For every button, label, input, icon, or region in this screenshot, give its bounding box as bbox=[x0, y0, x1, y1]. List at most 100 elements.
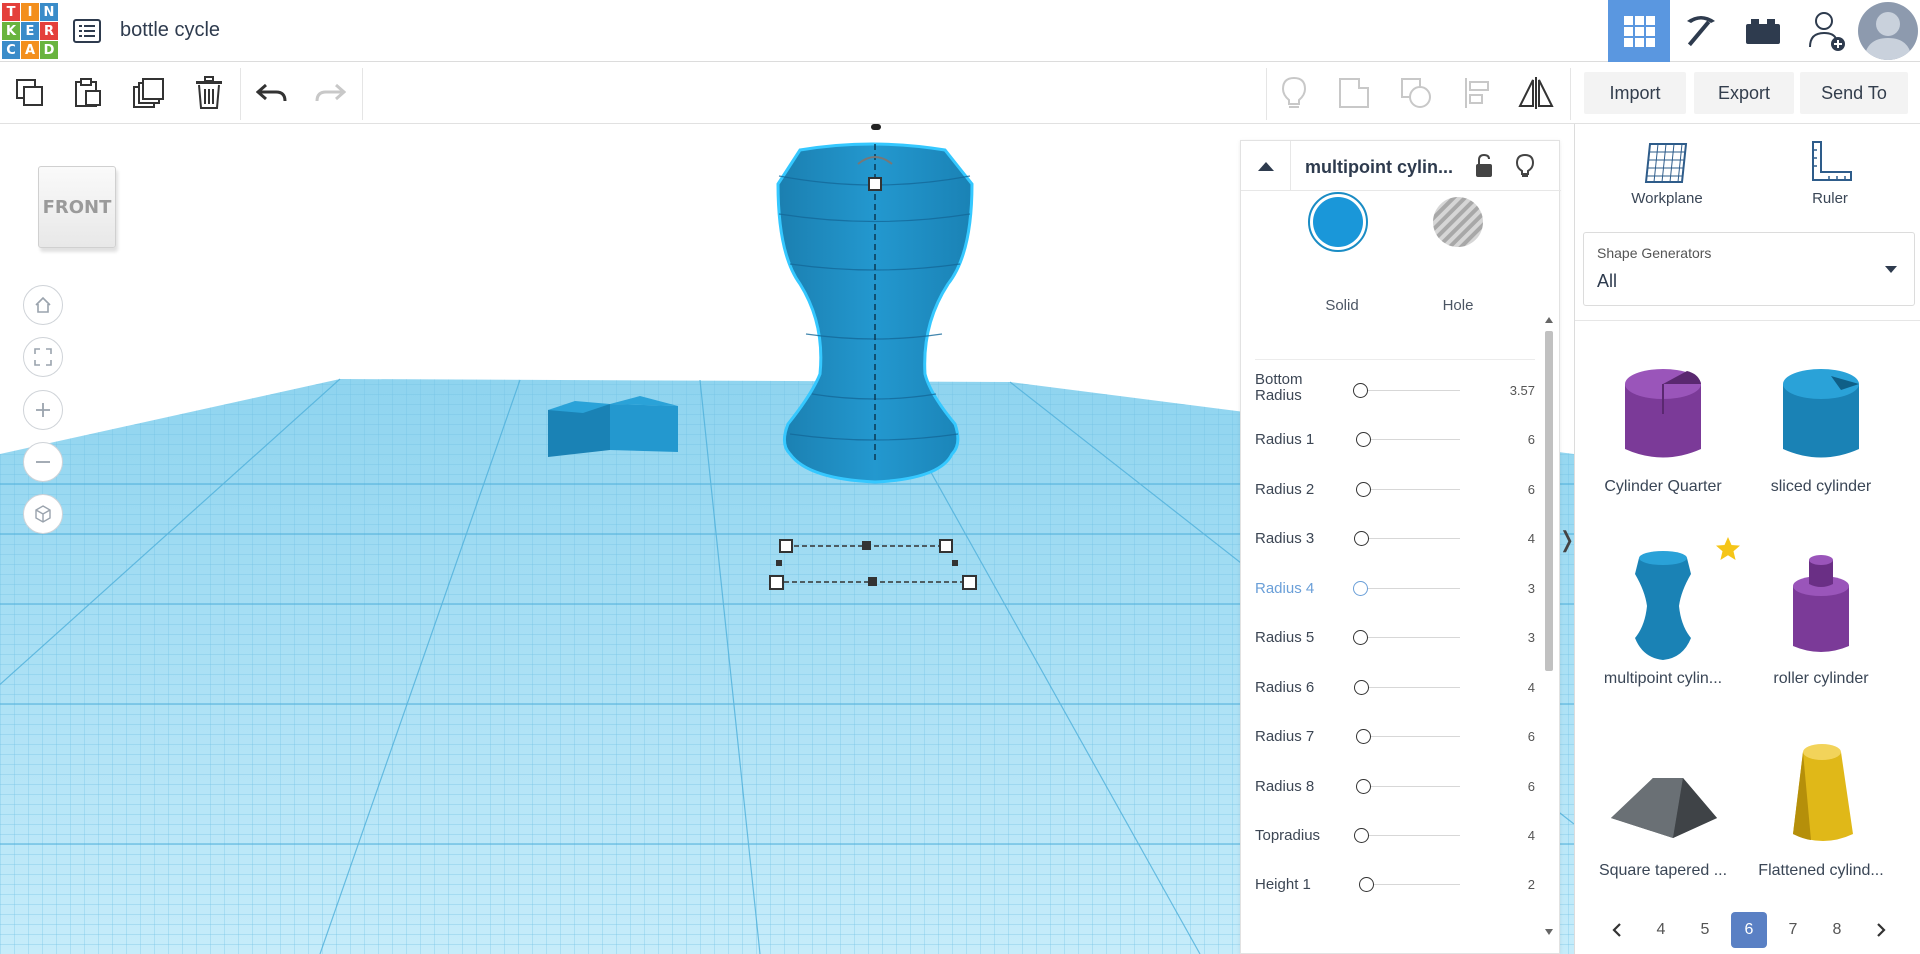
parameter-value[interactable]: 6 bbox=[1475, 482, 1535, 497]
parameter-slider-track[interactable] bbox=[1360, 687, 1460, 688]
view-cube[interactable]: FRONT bbox=[38, 166, 116, 248]
design-menu-icon[interactable] bbox=[72, 16, 102, 46]
small-blue-object[interactable] bbox=[548, 396, 678, 457]
parameter-slider-track[interactable] bbox=[1360, 786, 1460, 787]
parameter-slider-knob[interactable] bbox=[1354, 531, 1369, 546]
parameter-slider-knob[interactable] bbox=[1359, 877, 1374, 892]
dropdown-value: All bbox=[1597, 271, 1618, 291]
shapes-panel: Workplane Ruler Shape Generators All Cyl… bbox=[1574, 124, 1920, 954]
parameter-slider-track[interactable] bbox=[1360, 835, 1460, 836]
duplicate-button[interactable] bbox=[128, 73, 168, 113]
inspector-scrollbar[interactable] bbox=[1543, 311, 1555, 941]
shape-card-roller-cylinder[interactable]: roller cylinder bbox=[1741, 546, 1901, 696]
parameter-slider-track[interactable] bbox=[1360, 439, 1460, 440]
shape-category-dropdown[interactable]: Shape Generators All bbox=[1583, 232, 1915, 306]
send-to-button[interactable]: Send To bbox=[1800, 72, 1908, 114]
parameter-slider-knob[interactable] bbox=[1356, 729, 1371, 744]
inspector-header: multipoint cylin... bbox=[1241, 141, 1561, 191]
user-avatar[interactable] bbox=[1858, 2, 1918, 60]
delete-button[interactable] bbox=[189, 73, 229, 113]
parameter-slider-track[interactable] bbox=[1360, 390, 1460, 391]
solid-toggle[interactable] bbox=[1307, 191, 1368, 252]
triangle-up-icon bbox=[1257, 162, 1274, 171]
workplane-tool[interactable]: Workplane bbox=[1612, 140, 1722, 207]
copy-button[interactable] bbox=[10, 73, 50, 113]
parameter-value[interactable]: 6 bbox=[1475, 779, 1535, 794]
shape-pager: 4 5 6 7 8 bbox=[1599, 912, 1899, 948]
fit-view-button[interactable] bbox=[23, 337, 63, 377]
add-collaborator-button[interactable] bbox=[1796, 0, 1858, 62]
multipoint-cylinder-icon bbox=[1635, 551, 1691, 660]
page-5-button[interactable]: 5 bbox=[1687, 912, 1723, 948]
parameter-value[interactable]: 2 bbox=[1475, 877, 1535, 892]
trash-icon bbox=[196, 76, 222, 109]
parameter-slider-track[interactable] bbox=[1360, 588, 1460, 589]
parameter-value[interactable]: 3 bbox=[1475, 581, 1535, 596]
parameter-slider-knob[interactable] bbox=[1356, 432, 1371, 447]
star-icon[interactable] bbox=[1715, 536, 1741, 562]
ungroup-button[interactable] bbox=[1396, 73, 1436, 113]
parameter-value[interactable]: 4 bbox=[1475, 531, 1535, 546]
home-icon bbox=[35, 296, 51, 313]
parameter-slider-knob[interactable] bbox=[1354, 828, 1369, 843]
zoom-in-button[interactable] bbox=[23, 390, 63, 430]
parameter-slider-knob[interactable] bbox=[1356, 779, 1371, 794]
hole-toggle[interactable] bbox=[1431, 195, 1485, 249]
shape-card-flattened-cylinder[interactable]: Flattened cylind... bbox=[1741, 738, 1901, 888]
shape-name: Flattened cylind... bbox=[1758, 862, 1884, 879]
prev-page-button[interactable] bbox=[1599, 912, 1635, 948]
shape-name: sliced cylinder bbox=[1770, 478, 1872, 495]
parameter-slider-track[interactable] bbox=[1360, 736, 1460, 737]
parameter-slider-track[interactable] bbox=[1360, 637, 1460, 638]
projection-toggle-button[interactable] bbox=[23, 494, 63, 534]
bricks-view-button[interactable] bbox=[1732, 0, 1794, 62]
page-4-button[interactable]: 4 bbox=[1643, 912, 1679, 948]
parameter-slider-knob[interactable] bbox=[1354, 680, 1369, 695]
undo-button[interactable] bbox=[252, 73, 292, 113]
shape-card-square-tapered[interactable]: Square tapered ... bbox=[1583, 738, 1743, 888]
parameter-row: Radius 2 6 bbox=[1255, 470, 1535, 510]
parameter-slider-knob[interactable] bbox=[1356, 482, 1371, 497]
shape-card-cylinder-quarter[interactable]: Cylinder Quarter bbox=[1583, 354, 1743, 504]
zoom-out-button[interactable] bbox=[23, 442, 63, 482]
tinkercad-logo[interactable]: T I N K E R C A D bbox=[2, 3, 58, 59]
export-button[interactable]: Export bbox=[1694, 72, 1794, 114]
shape-card-sliced-cylinder[interactable]: sliced cylinder bbox=[1741, 354, 1901, 504]
page-6-button[interactable]: 6 bbox=[1731, 912, 1767, 948]
next-page-button[interactable] bbox=[1863, 912, 1899, 948]
design-title[interactable]: bottle cycle bbox=[120, 19, 220, 42]
parameter-value[interactable]: 4 bbox=[1475, 680, 1535, 695]
align-button[interactable] bbox=[1458, 73, 1498, 113]
workplane-label: Workplane bbox=[1631, 190, 1703, 207]
parameter-slider-knob[interactable] bbox=[1353, 630, 1368, 645]
parameter-slider-track[interactable] bbox=[1360, 538, 1460, 539]
redo-button[interactable] bbox=[310, 73, 350, 113]
parameter-value[interactable]: 6 bbox=[1475, 729, 1535, 744]
collapse-inspector-button[interactable] bbox=[1241, 141, 1291, 191]
page-8-button[interactable]: 8 bbox=[1819, 912, 1855, 948]
shape-card-multipoint-cylinder[interactable]: multipoint cylin... bbox=[1583, 537, 1743, 696]
group-button[interactable] bbox=[1334, 73, 1374, 113]
parameter-slider-knob[interactable] bbox=[1353, 581, 1368, 596]
parameter-slider-track[interactable] bbox=[1360, 489, 1460, 490]
parameter-value[interactable]: 3.57 bbox=[1475, 383, 1535, 398]
home-view-button[interactable] bbox=[23, 285, 63, 325]
parameter-value[interactable]: 6 bbox=[1475, 432, 1535, 447]
hole-swatch-icon bbox=[1433, 197, 1483, 247]
ruler-tool[interactable]: Ruler bbox=[1775, 140, 1885, 207]
build-view-button[interactable] bbox=[1670, 0, 1732, 62]
page-7-button[interactable]: 7 bbox=[1775, 912, 1811, 948]
parameter-value[interactable]: 3 bbox=[1475, 630, 1535, 645]
parameter-slider-track[interactable] bbox=[1360, 884, 1460, 885]
lock-button[interactable] bbox=[1473, 153, 1495, 184]
3d-design-view-button[interactable] bbox=[1608, 0, 1670, 62]
sliced-cylinder-icon bbox=[1783, 369, 1859, 458]
notes-button[interactable] bbox=[1274, 73, 1314, 113]
parameter-slider-knob[interactable] bbox=[1353, 383, 1368, 398]
mirror-button[interactable] bbox=[1516, 73, 1556, 113]
parameter-value[interactable]: 4 bbox=[1475, 828, 1535, 843]
visibility-button[interactable] bbox=[1515, 153, 1535, 184]
collapse-panel-button[interactable]: ❭ bbox=[1558, 520, 1576, 560]
import-button[interactable]: Import bbox=[1584, 72, 1686, 114]
paste-button[interactable] bbox=[68, 73, 108, 113]
